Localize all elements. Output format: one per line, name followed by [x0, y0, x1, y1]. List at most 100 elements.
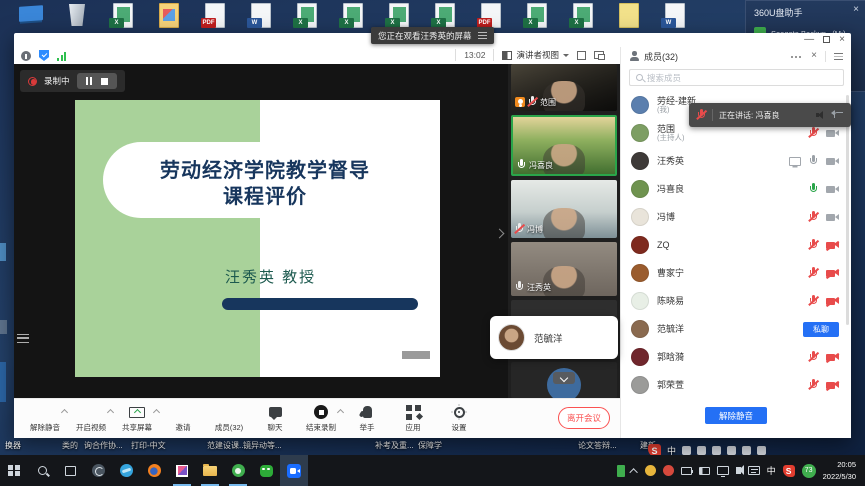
firefox-icon[interactable]: [140, 455, 168, 486]
camera-status-icon[interactable]: [826, 241, 839, 250]
desktop-file-icon[interactable]: X: [430, 2, 460, 30]
desktop-file-label[interactable]: 论文答辩...: [578, 440, 617, 451]
usb-device-icon[interactable]: [699, 467, 710, 475]
participant-video-tile[interactable]: 范围: [511, 64, 617, 111]
fullscreen-icon[interactable]: [577, 51, 586, 60]
chevron-up-icon[interactable]: [153, 409, 160, 416]
file-explorer-icon[interactable]: [196, 455, 224, 486]
close-icon[interactable]: ×: [853, 4, 859, 15]
search-button[interactable]: [28, 455, 56, 486]
desktop-file-label[interactable]: 类的: [62, 440, 78, 451]
mic-status-icon[interactable]: [809, 211, 818, 223]
task-view-button[interactable]: [56, 455, 84, 486]
desktop-file-icon[interactable]: [16, 2, 46, 30]
toolbar-button[interactable]: 邀请: [160, 404, 206, 433]
chevron-up-icon[interactable]: [107, 409, 114, 416]
scrollbar[interactable]: [846, 95, 849, 325]
camera-status-icon[interactable]: [826, 213, 839, 222]
reply-arrow-icon[interactable]: [834, 112, 843, 118]
pause-recording-icon[interactable]: [86, 77, 92, 85]
usb-safe-icon[interactable]: [617, 465, 625, 477]
desktop-file-icon[interactable]: X: [338, 2, 368, 30]
desktop-file-icon[interactable]: W: [246, 2, 276, 30]
camera-status-icon[interactable]: [826, 157, 839, 166]
search-input[interactable]: [647, 73, 837, 83]
camera-status-icon[interactable]: [826, 185, 839, 194]
speaker-icon[interactable]: [816, 110, 826, 120]
member-row[interactable]: 汪秀英: [621, 147, 851, 175]
desktop-file-label[interactable]: 保障学: [418, 440, 442, 451]
desktop-file-label[interactable]: 换器: [5, 440, 21, 451]
mic-status-icon[interactable]: [809, 183, 818, 195]
camera-status-icon[interactable]: [826, 381, 839, 390]
360-safe-icon[interactable]: [84, 455, 112, 486]
camera-status-icon[interactable]: [826, 129, 839, 138]
member-row[interactable]: 范毓洋 私聊: [621, 315, 851, 343]
mic-status-icon[interactable]: [809, 351, 818, 363]
leave-meeting-button[interactable]: 离开会议: [558, 407, 610, 429]
participant-video-tile[interactable]: 冯喜良: [511, 115, 617, 176]
antivirus-icon[interactable]: [663, 465, 674, 476]
participant-video-tile[interactable]: 冯博: [511, 180, 617, 238]
toolbar-button[interactable]: 开启视频: [68, 404, 114, 433]
desktop-file-icon[interactable]: X: [522, 2, 552, 30]
desktop-file-icon[interactable]: PDF: [200, 2, 230, 30]
mic-status-icon[interactable]: [809, 267, 818, 279]
member-row[interactable]: 郭晗漪: [621, 343, 851, 371]
desktop-file-label[interactable]: 打印-中文: [131, 440, 166, 451]
toast-menu-icon[interactable]: [478, 32, 487, 39]
desktop-file-icon[interactable]: X: [568, 2, 598, 30]
camera-status-icon[interactable]: [826, 353, 839, 362]
member-row[interactable]: ZQ: [621, 231, 851, 259]
security-shield-icon[interactable]: [39, 50, 49, 61]
toolbar-button[interactable]: 成员(32): [206, 404, 252, 433]
speedup-ball[interactable]: 73: [802, 464, 816, 478]
collapse-chevron-button[interactable]: [553, 372, 575, 384]
close-panel-icon[interactable]: ×: [811, 51, 817, 61]
next-slide-icon[interactable]: [495, 229, 505, 239]
desktop-file-label[interactable]: 补考及重...: [375, 440, 414, 451]
internet-explorer-icon[interactable]: [112, 455, 140, 486]
member-row[interactable]: 冯博: [621, 203, 851, 231]
voice-input-icon[interactable]: [712, 446, 721, 455]
maximize-icon[interactable]: [823, 36, 830, 43]
wechat-icon[interactable]: [252, 455, 280, 486]
punctuation-icon[interactable]: [682, 446, 691, 455]
view-mode-dropdown[interactable]: 演讲者视图: [502, 49, 569, 61]
desktop-file-icon[interactable]: PDF: [476, 2, 506, 30]
toolbar-button[interactable]: 设置: [436, 404, 482, 433]
sogou-tray-icon[interactable]: S: [783, 465, 795, 477]
mic-status-icon[interactable]: [809, 155, 818, 167]
member-row[interactable]: 郭荣萱: [621, 371, 851, 399]
taskbar-clock[interactable]: 20:05 2022/5/30: [823, 459, 860, 482]
camera-status-icon[interactable]: [826, 297, 839, 306]
more-options-icon[interactable]: [791, 55, 803, 58]
desktop-file-icon[interactable]: [62, 2, 92, 30]
close-icon[interactable]: ×: [839, 34, 845, 45]
desktop-file-icon[interactable]: X: [292, 2, 322, 30]
keyboard-icon[interactable]: [727, 446, 736, 455]
panel-menu-icon[interactable]: [834, 53, 843, 60]
toolbar-button[interactable]: 解除静音: [22, 404, 68, 433]
emoji-icon[interactable]: [697, 446, 706, 455]
hidden-icons-chevron[interactable]: [629, 468, 637, 476]
toolbar-button[interactable]: 共享屏幕: [114, 404, 160, 433]
desktop-file-icon[interactable]: [614, 2, 644, 30]
meeting-app-icon[interactable]: [280, 455, 308, 486]
camera-status-icon[interactable]: [826, 269, 839, 278]
member-row[interactable]: 陈晓易: [621, 287, 851, 315]
unmute-button[interactable]: 解除静音: [705, 407, 767, 424]
chevron-up-icon[interactable]: [337, 409, 344, 416]
toolbar-button[interactable]: 聊天: [252, 404, 298, 433]
desktop-file-icon[interactable]: X: [384, 2, 414, 30]
display-icon[interactable]: [717, 466, 729, 475]
photos-app-icon[interactable]: [168, 455, 196, 486]
floating-participant-card[interactable]: 范毓洋: [490, 316, 618, 359]
popout-icon[interactable]: [594, 51, 604, 59]
desktop-file-icon[interactable]: W: [660, 2, 690, 30]
toolbar-button[interactable]: 应用: [390, 404, 436, 433]
toolbox-icon[interactable]: [757, 446, 766, 455]
private-chat-button[interactable]: 私聊: [803, 322, 839, 337]
chevron-up-icon[interactable]: [61, 409, 68, 416]
start-button[interactable]: [0, 455, 28, 486]
